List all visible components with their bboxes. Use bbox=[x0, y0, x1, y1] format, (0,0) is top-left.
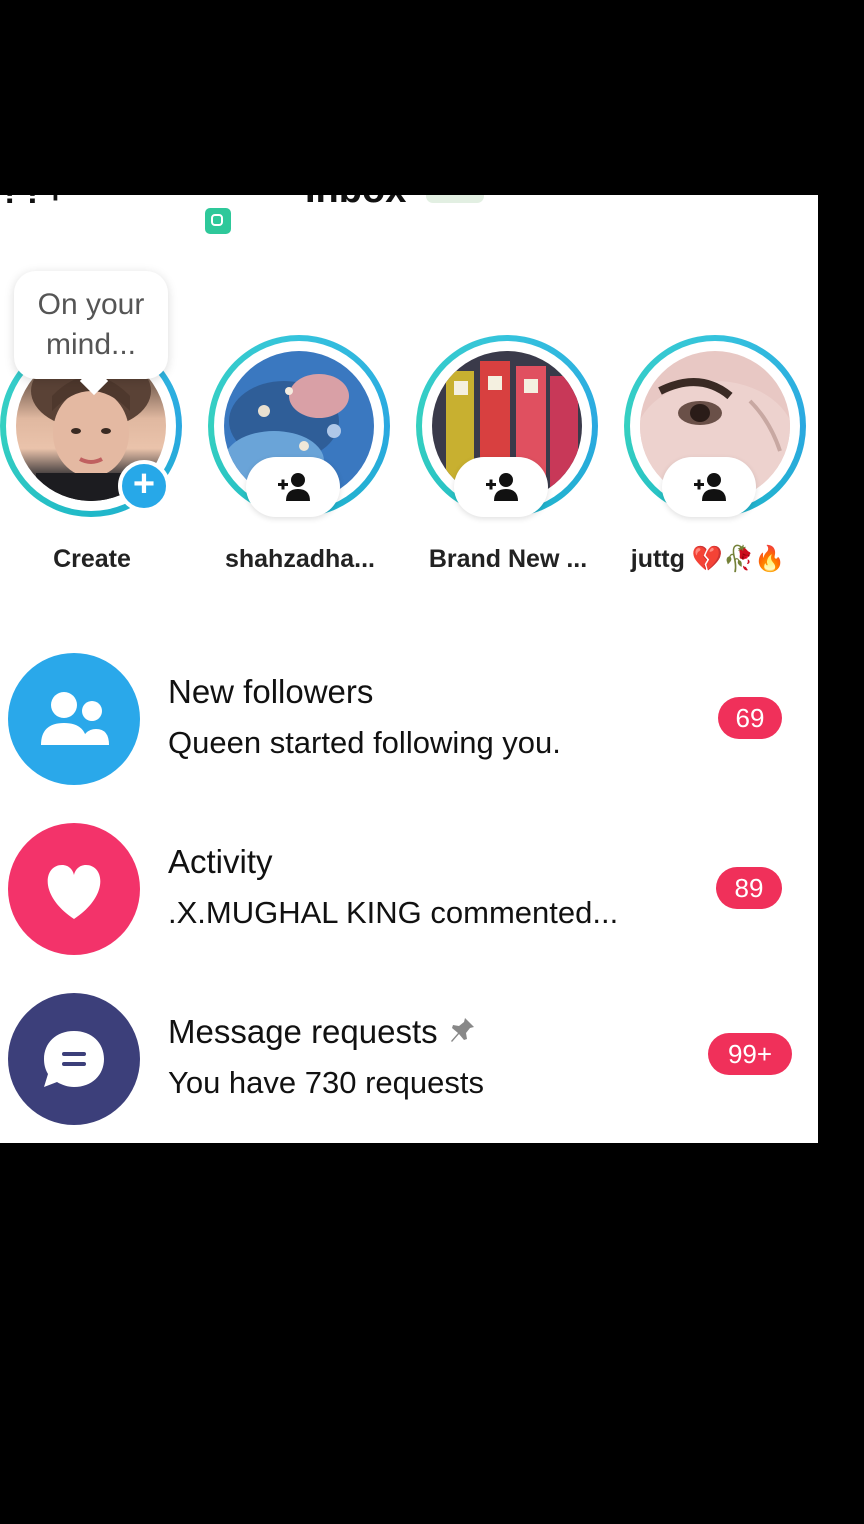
people-icon bbox=[8, 653, 140, 785]
follow-button[interactable] bbox=[454, 457, 548, 517]
status-pill bbox=[426, 195, 484, 203]
pin-icon[interactable] bbox=[447, 1015, 477, 1045]
row-subtitle: You have 730 requests bbox=[168, 1065, 484, 1100]
row-subtitle: .X.MUGHAL KING commented... bbox=[168, 895, 619, 930]
on-your-mind-text: On your mind... bbox=[37, 288, 145, 361]
follow-button[interactable] bbox=[246, 457, 340, 517]
message-requests-row[interactable]: Message requests You have 730 requests 9… bbox=[0, 993, 818, 1133]
add-user-icon bbox=[278, 473, 310, 501]
unread-badge: 89 bbox=[716, 867, 782, 909]
create-story-plus-icon[interactable]: + bbox=[118, 460, 170, 512]
activity-row[interactable]: Activity .X.MUGHAL KING commented... 89 bbox=[0, 823, 818, 963]
heart-icon bbox=[8, 823, 140, 955]
story-name: Brand New ... bbox=[428, 545, 588, 573]
message-icon bbox=[8, 993, 140, 1125]
on-your-mind-bubble[interactable]: On your mind... bbox=[14, 271, 168, 379]
story-name: Create bbox=[53, 545, 131, 573]
row-subtitle: Queen started following you. bbox=[168, 725, 561, 760]
row-title: New followers bbox=[168, 673, 374, 710]
unread-badge: 99+ bbox=[708, 1033, 792, 1075]
story-name: juttg 💔🥀🔥 bbox=[630, 545, 786, 573]
unread-badge: 69 bbox=[718, 697, 782, 739]
new-followers-row[interactable]: New followers Queen started following yo… bbox=[0, 653, 818, 793]
inbox-panel: ??+ Inbox bbox=[0, 195, 818, 1143]
add-user-icon bbox=[694, 473, 726, 501]
row-title-text: Message requests bbox=[168, 1013, 438, 1050]
row-title: Activity bbox=[168, 843, 273, 880]
row-title: Message requests bbox=[168, 1013, 477, 1051]
status-chip-icon bbox=[205, 208, 231, 234]
page-title: Inbox bbox=[305, 195, 406, 212]
add-friends-button[interactable]: ??+ bbox=[0, 195, 67, 212]
follow-button[interactable] bbox=[662, 457, 756, 517]
story-name: shahzadha... bbox=[224, 545, 376, 573]
add-user-icon bbox=[486, 473, 518, 501]
